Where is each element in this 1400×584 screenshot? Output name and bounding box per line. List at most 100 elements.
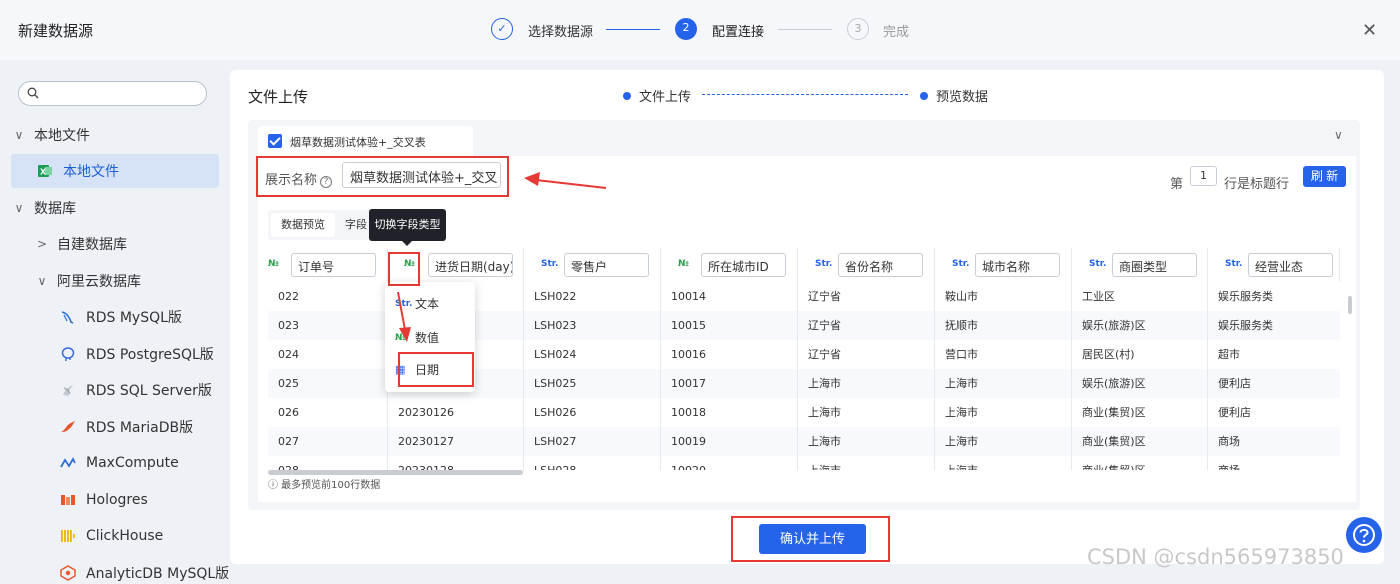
column-name-input[interactable]: 省份名称 <box>838 253 923 277</box>
sub-step-preview-data: 预览数据 <box>920 86 988 105</box>
postgresql-icon <box>61 347 75 361</box>
table-cell: 商业(集贸)区 <box>1082 456 1146 470</box>
analyticdb-icon <box>60 565 76 581</box>
table-cell: 娱乐服务类 <box>1218 290 1273 303</box>
header-row-input[interactable]: 1 <box>1190 166 1217 186</box>
header-row-prefix: 第 <box>1170 177 1184 192</box>
number-type-icon[interactable]: № <box>268 259 279 269</box>
table-cell: 上海市 <box>808 435 841 448</box>
tab-data-preview[interactable]: 数据预览 <box>271 213 335 237</box>
sidebar-item-rds-mysql[interactable]: RDS MySQL版 <box>60 300 182 334</box>
sidebar-item-label: 数据库 <box>34 201 76 217</box>
chevron-down-icon: ∨ <box>14 128 24 142</box>
text-type-icon[interactable]: Str. <box>1225 259 1242 269</box>
sidebar-item-analyticdb-mysql[interactable]: AnalyticDB MySQL版 <box>60 556 229 584</box>
table-cell: 居民区(村) <box>1082 348 1135 361</box>
sidebar-item-maxcompute[interactable]: MaxCompute <box>60 446 179 480</box>
table-cell: 026 <box>278 406 299 419</box>
table-cell: LSH028 <box>534 456 576 470</box>
text-type-icon[interactable]: Str. <box>1089 259 1106 269</box>
maxcompute-icon <box>60 457 76 468</box>
sidebar-item-label: RDS MariaDB版 <box>86 420 194 436</box>
sidebar-item-label: 阿里云数据库 <box>57 274 141 290</box>
table-cell: 20230128 <box>398 456 454 470</box>
preview-limit-note: ⓘ 最多预览前100行数据 <box>268 480 381 491</box>
table-cell: 上海市 <box>808 406 841 419</box>
column-name-input[interactable]: 所在城市ID <box>701 253 786 277</box>
step-2-label: 配置连接 <box>712 25 765 40</box>
table-cell: 上海市 <box>808 456 841 470</box>
close-icon[interactable]: ✕ <box>1362 20 1377 41</box>
table-cell: 商业(集贸)区 <box>1082 435 1146 448</box>
sidebar-item-label: RDS MySQL版 <box>86 310 182 326</box>
sidebar-group-database[interactable]: ∨ 数据库 <box>12 191 76 225</box>
table-cell: 上海市 <box>945 456 978 470</box>
text-type-icon[interactable]: Str. <box>815 259 832 269</box>
table-cell: LSH026 <box>534 406 577 419</box>
sidebar-group-local-file[interactable]: ∨ 本地文件 <box>12 118 90 152</box>
refresh-button[interactable]: 刷 新 <box>1303 166 1346 187</box>
dialog-title: 新建数据源 <box>18 22 94 40</box>
number-type-icon[interactable]: № <box>678 259 689 269</box>
column-name-input[interactable]: 城市名称 <box>975 253 1060 277</box>
column-name-input[interactable]: 商圈类型 <box>1112 253 1197 277</box>
table-cell: 商场 <box>1218 456 1240 470</box>
table-cell: LSH027 <box>534 435 577 448</box>
table-cell: 025 <box>278 377 299 390</box>
text-type-icon[interactable]: Str. <box>952 259 969 269</box>
column-header: № 订单号 <box>268 248 388 282</box>
sidebar-item-rds-postgresql[interactable]: RDS PostgreSQL版 <box>60 337 214 371</box>
hologres-icon <box>61 495 75 505</box>
sidebar-item-label: RDS PostgreSQL版 <box>86 347 214 363</box>
table-cell: 超市 <box>1218 348 1240 361</box>
datasource-sidebar: ∨ 本地文件 X 本地文件 ∨ 数据库 > 自建数据库 ∨ 阿里云数据库 RDS… <box>0 60 230 584</box>
highlight-box-date-option <box>398 352 474 387</box>
table-cell: 营口市 <box>945 348 978 361</box>
sidebar-item-clickhouse[interactable]: ClickHouse <box>60 519 163 553</box>
sidebar-item-rds-sqlserver[interactable]: RDS SQL Server版 <box>60 373 212 407</box>
table-cell: 便利店 <box>1218 406 1251 419</box>
table-cell: 10015 <box>671 319 706 332</box>
table-cell: 便利店 <box>1218 377 1251 390</box>
confirm-upload-button[interactable]: 确认并上传 <box>759 524 866 554</box>
vertical-scrollbar[interactable] <box>1348 296 1352 314</box>
sidebar-group-aliyun-db[interactable]: ∨ 阿里云数据库 <box>35 264 141 298</box>
table-cell: 辽宁省 <box>808 348 841 361</box>
excel-icon: X <box>38 165 52 177</box>
step-3-label: 完成 <box>883 25 910 40</box>
sidebar-item-label: 本地文件 <box>34 128 90 144</box>
text-type-icon[interactable]: Str. <box>541 259 558 269</box>
file-tab[interactable]: 烟草数据测试体验+_交叉表 <box>258 126 473 156</box>
step-connector <box>606 29 660 30</box>
sidebar-item-label: RDS SQL Server版 <box>86 383 212 399</box>
sidebar-group-self-built-db[interactable]: > 自建数据库 <box>35 227 127 261</box>
column-name-input[interactable]: 经营业态 <box>1248 253 1333 277</box>
sidebar-item-hologres[interactable]: Hologres <box>60 483 148 517</box>
column-name-input[interactable]: 进货日期(day) <box>428 253 513 277</box>
help-button[interactable] <box>1346 517 1382 553</box>
sidebar-item-label: 本地文件 <box>63 164 119 180</box>
file-checkbox[interactable] <box>268 134 282 148</box>
column-name-input[interactable]: 订单号 <box>291 253 376 277</box>
table-cell: 10018 <box>671 406 706 419</box>
column-divider <box>797 282 798 470</box>
table-cell: 024 <box>278 348 299 361</box>
chevron-down-icon[interactable]: ∨ <box>1334 128 1343 142</box>
table-cell: 商场 <box>1218 435 1240 448</box>
column-name-input[interactable]: 零售户 <box>564 253 649 277</box>
clickhouse-icon <box>61 530 75 542</box>
step-3-number: 3 <box>847 18 869 40</box>
search-input[interactable] <box>18 81 207 106</box>
header-row-suffix: 行是标题行 <box>1224 177 1290 192</box>
table-cell: 鞍山市 <box>945 290 978 303</box>
number-type-icon: № <box>395 333 406 343</box>
table-cell: 027 <box>278 435 299 448</box>
file-tab-name: 烟草数据测试体验+_交叉表 <box>290 136 426 149</box>
menu-item-number[interactable]: № 数值 <box>385 322 475 354</box>
sidebar-item-rds-mariadb[interactable]: RDS MariaDB版 <box>60 410 193 444</box>
horizontal-scrollbar[interactable] <box>268 470 523 475</box>
table-cell: 022 <box>278 290 299 303</box>
table-cell: 辽宁省 <box>808 319 841 332</box>
sidebar-item-local-file[interactable]: X 本地文件 <box>11 154 219 188</box>
menu-item-text[interactable]: Str. 文本 <box>385 288 475 320</box>
